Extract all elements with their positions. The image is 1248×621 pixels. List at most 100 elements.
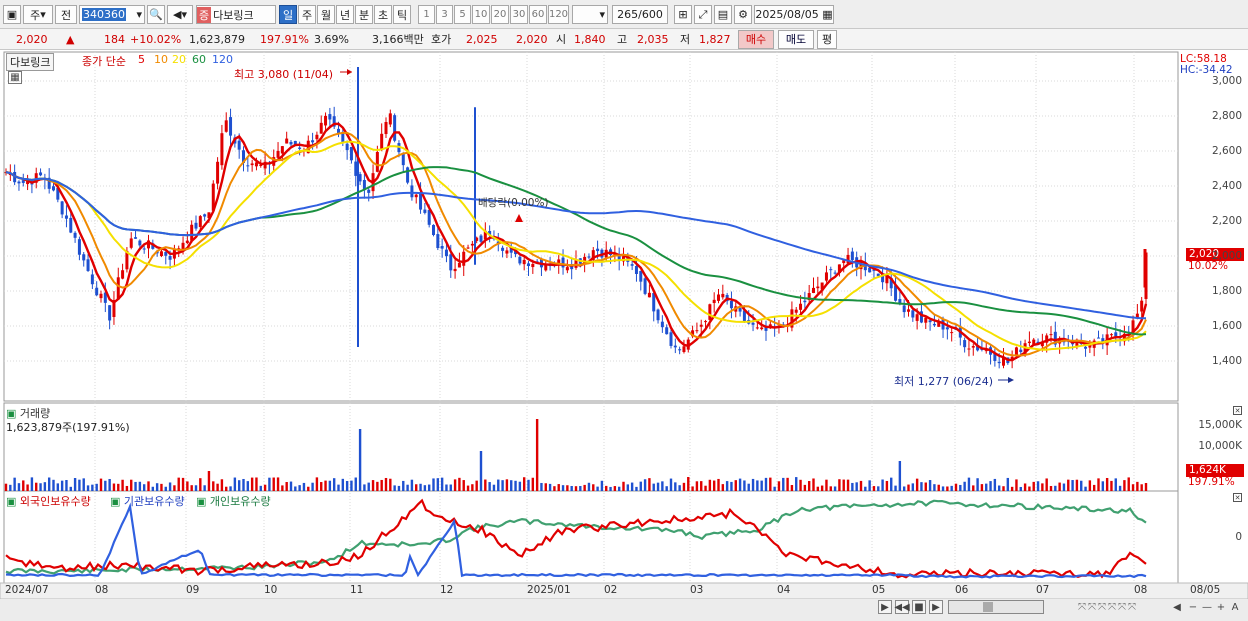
ask-price: 2,020 bbox=[516, 33, 548, 46]
time-axis-label: 02 bbox=[604, 584, 618, 596]
candle-body bbox=[1140, 300, 1144, 312]
eval-button[interactable]: 평 bbox=[817, 30, 837, 49]
volume-bar bbox=[320, 482, 323, 491]
stock-code-input[interactable]: 340360 ▾ bbox=[79, 5, 145, 24]
settings-icon[interactable]: ⚙ bbox=[734, 5, 752, 24]
volume-bar bbox=[242, 478, 245, 491]
close-holdings-icon[interactable]: ✕ bbox=[1233, 493, 1242, 502]
chart-type-icon[interactable]: ⊞ bbox=[674, 5, 692, 24]
period-tab-1[interactable]: 주 bbox=[298, 5, 316, 24]
rewind-icon[interactable]: ◀◀ bbox=[894, 600, 910, 614]
volume-bar bbox=[661, 481, 664, 491]
volume-bar bbox=[833, 486, 837, 491]
market-type-select[interactable]: 주 ▾ bbox=[23, 5, 53, 24]
candle-body bbox=[1027, 341, 1031, 344]
sell-button[interactable]: 매도 bbox=[778, 30, 814, 49]
font-size-icon[interactable]: A bbox=[1228, 600, 1242, 614]
volume-bar bbox=[237, 480, 241, 491]
stop-icon[interactable]: ■ bbox=[912, 600, 926, 614]
close-volume-icon[interactable]: ✕ bbox=[1233, 406, 1242, 415]
candle-body bbox=[665, 327, 669, 335]
period-tab-2[interactable]: 월 bbox=[317, 5, 335, 24]
volume-axis-15000k: 15,000K bbox=[1198, 419, 1242, 431]
inst-holding-label: 기관보유수량 bbox=[123, 495, 185, 508]
candle-body bbox=[380, 133, 384, 150]
drawing-tools-icons[interactable]: ⤧⤧⤧⤧⤧⤧ bbox=[1048, 600, 1168, 614]
candle-body bbox=[423, 209, 427, 213]
candle-body bbox=[963, 340, 967, 348]
volume-bar bbox=[980, 484, 984, 491]
save-icon[interactable]: ▤ bbox=[714, 5, 732, 24]
foreign-holding-legend: ▣ 외국인보유수량 bbox=[6, 495, 91, 508]
minute-step-1[interactable]: 1 bbox=[418, 5, 435, 24]
date-input[interactable]: 2025/08/05 ▦ bbox=[754, 5, 834, 24]
speaker-icon[interactable]: ◀▾ bbox=[167, 5, 193, 24]
period-tab-6[interactable]: 틱 bbox=[393, 5, 411, 24]
price-axis-label: 2,200 bbox=[1211, 215, 1242, 227]
candle-body bbox=[138, 240, 142, 246]
play-icon[interactable]: ▶ bbox=[929, 600, 943, 614]
minute-step-5[interactable]: 5 bbox=[454, 5, 471, 24]
candle-body bbox=[194, 222, 198, 229]
zoom-fit-icon[interactable]: — bbox=[1200, 600, 1214, 614]
candle-body bbox=[682, 346, 686, 353]
candle-body bbox=[345, 143, 349, 151]
chart-scrollbar[interactable] bbox=[948, 600, 1044, 614]
volume-bar bbox=[255, 477, 258, 491]
volume-bar bbox=[307, 486, 310, 491]
main-toolbar: ▣ 주 ▾ 전 340360 ▾ 🔍 ◀▾ 증 다보링크 일주월년분초틱 1 3 5 10 2… bbox=[0, 0, 1248, 29]
candle-body bbox=[669, 332, 673, 346]
minute-step-120[interactable]: 120 bbox=[548, 5, 569, 24]
volume-bar bbox=[544, 483, 547, 491]
minute-step-10[interactable]: 10 bbox=[472, 5, 490, 24]
chart-area[interactable] bbox=[0, 51, 1248, 621]
volume-bar bbox=[505, 479, 509, 491]
volume-bar bbox=[203, 485, 206, 491]
volume-bar bbox=[669, 478, 673, 491]
scroll-left-icon[interactable]: ◀ bbox=[1170, 600, 1184, 614]
minute-step-60[interactable]: 60 bbox=[529, 5, 547, 24]
period-tab-3[interactable]: 년 bbox=[336, 5, 354, 24]
volume-bar bbox=[691, 486, 694, 491]
buy-button[interactable]: 매수 bbox=[738, 30, 774, 49]
stock-name-box[interactable]: 증 다보링크 bbox=[196, 5, 276, 24]
draw-tool-icon[interactable]: ⤢ bbox=[694, 5, 712, 24]
volume-bar bbox=[708, 479, 712, 491]
minute-step-3[interactable]: 3 bbox=[436, 5, 453, 24]
volume-bar bbox=[743, 480, 746, 491]
scroll-right-icon[interactable]: ▶ bbox=[878, 600, 892, 614]
minute-step-30[interactable]: 30 bbox=[510, 5, 528, 24]
scrollbar-thumb[interactable] bbox=[983, 602, 993, 612]
candle-body bbox=[660, 321, 664, 328]
volume-bar bbox=[997, 485, 1001, 491]
volume-bar bbox=[924, 482, 927, 491]
period-tab-0[interactable]: 일 bbox=[279, 5, 297, 24]
search-icon[interactable]: 🔍 bbox=[147, 5, 165, 24]
volume-bar bbox=[993, 478, 997, 491]
period-tab-5[interactable]: 초 bbox=[374, 5, 392, 24]
window-menu-icon[interactable]: ▣ bbox=[3, 5, 21, 24]
candle-body bbox=[479, 235, 483, 242]
volume-bar bbox=[1140, 484, 1143, 491]
unit-button[interactable]: 전 bbox=[55, 5, 77, 24]
zoom-in-icon[interactable]: + bbox=[1214, 600, 1228, 614]
volume-bar bbox=[289, 481, 293, 491]
volume-bar bbox=[39, 483, 42, 491]
volume-bar bbox=[522, 477, 526, 491]
volume-bar bbox=[838, 479, 841, 491]
time-axis-label: 11 bbox=[350, 584, 364, 596]
table-icon[interactable]: ▦ bbox=[8, 71, 22, 84]
candle-body bbox=[470, 243, 474, 246]
minute-step-20[interactable]: 20 bbox=[491, 5, 509, 24]
volume-bar bbox=[894, 485, 897, 491]
volume-bar bbox=[630, 482, 634, 491]
period-tab-4[interactable]: 분 bbox=[355, 5, 373, 24]
data-count-input[interactable]: 265/600 bbox=[612, 5, 668, 24]
volume-bar bbox=[436, 478, 440, 491]
candle-body bbox=[799, 303, 803, 310]
volume-bar bbox=[782, 477, 785, 491]
custom-period-select[interactable]: ▾ bbox=[572, 5, 608, 24]
legend-stock-name[interactable]: 다보링크 bbox=[6, 53, 55, 71]
zoom-out-icon[interactable]: − bbox=[1186, 600, 1200, 614]
candle-body bbox=[501, 247, 505, 251]
